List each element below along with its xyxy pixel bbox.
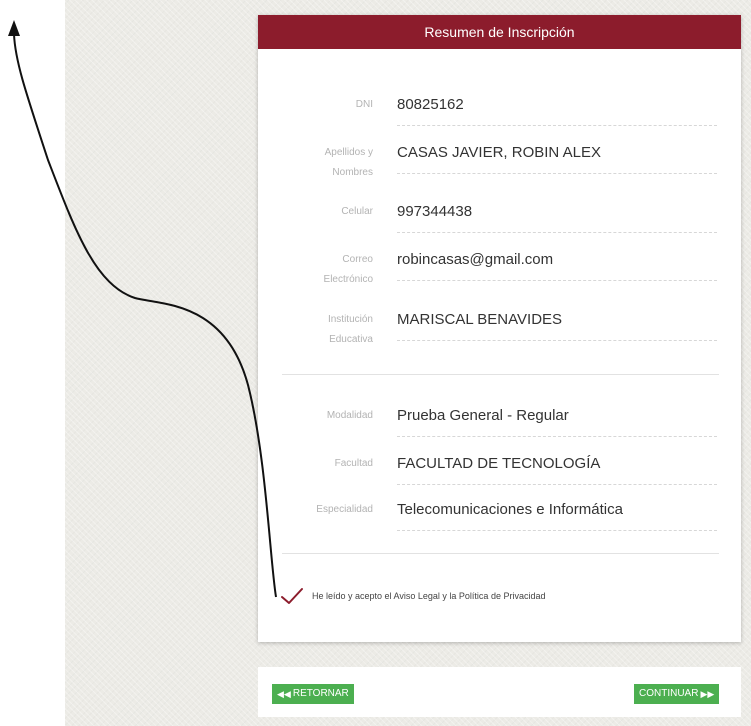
field-value: CASAS JAVIER, ROBIN ALEX (397, 143, 717, 174)
field-value: FACULTAD DE TECNOLOGÍA (397, 454, 717, 485)
card-title: Resumen de Inscripción (258, 15, 741, 49)
field-label: Apellidos y Nombres (324, 147, 373, 178)
back-button-label: RETORNAR (292, 688, 349, 699)
continue-button[interactable]: CONTINUAR ▶▶ (634, 684, 720, 704)
field-label: Celular (341, 206, 373, 217)
field-label: Institución Educativa (327, 314, 373, 345)
agreement-text: He leído y acepto el Aviso Legal y la Po… (312, 591, 546, 601)
field-value: 997344438 (397, 202, 717, 233)
back-button[interactable]: ◀◀ RETORNAR (272, 684, 354, 704)
section-divider (282, 374, 719, 375)
enrollment-summary-card: Resumen de Inscripción DNI 80825162 Apel… (258, 15, 741, 642)
field-label: Modalidad (326, 410, 373, 421)
privacy-agreement[interactable]: He leído y acepto el Aviso Legal y la Po… (280, 584, 545, 608)
double-chevron-right-icon: ▶▶ (700, 689, 715, 699)
field-label: DNI (355, 99, 373, 110)
field-value: robincasas@gmail.com (397, 250, 717, 281)
field-label: Correo Electrónico (323, 254, 373, 285)
arrow-head-icon (8, 20, 20, 36)
field-value: Telecomunicaciones e Informática (397, 500, 717, 531)
field-label: Especialidad (316, 504, 373, 515)
section-divider (282, 553, 719, 554)
field-value: Prueba General - Regular (397, 406, 717, 437)
field-label: Facultad (334, 458, 373, 469)
double-chevron-left-icon: ◀◀ (277, 689, 291, 699)
field-value: MARISCAL BENAVIDES (397, 310, 717, 341)
navigation-bar: ◀◀ RETORNAR CONTINUAR ▶▶ (258, 667, 741, 717)
field-value: 80825162 (397, 95, 717, 126)
checkmark-icon[interactable] (280, 586, 304, 606)
continue-button-label: CONTINUAR (639, 688, 699, 699)
